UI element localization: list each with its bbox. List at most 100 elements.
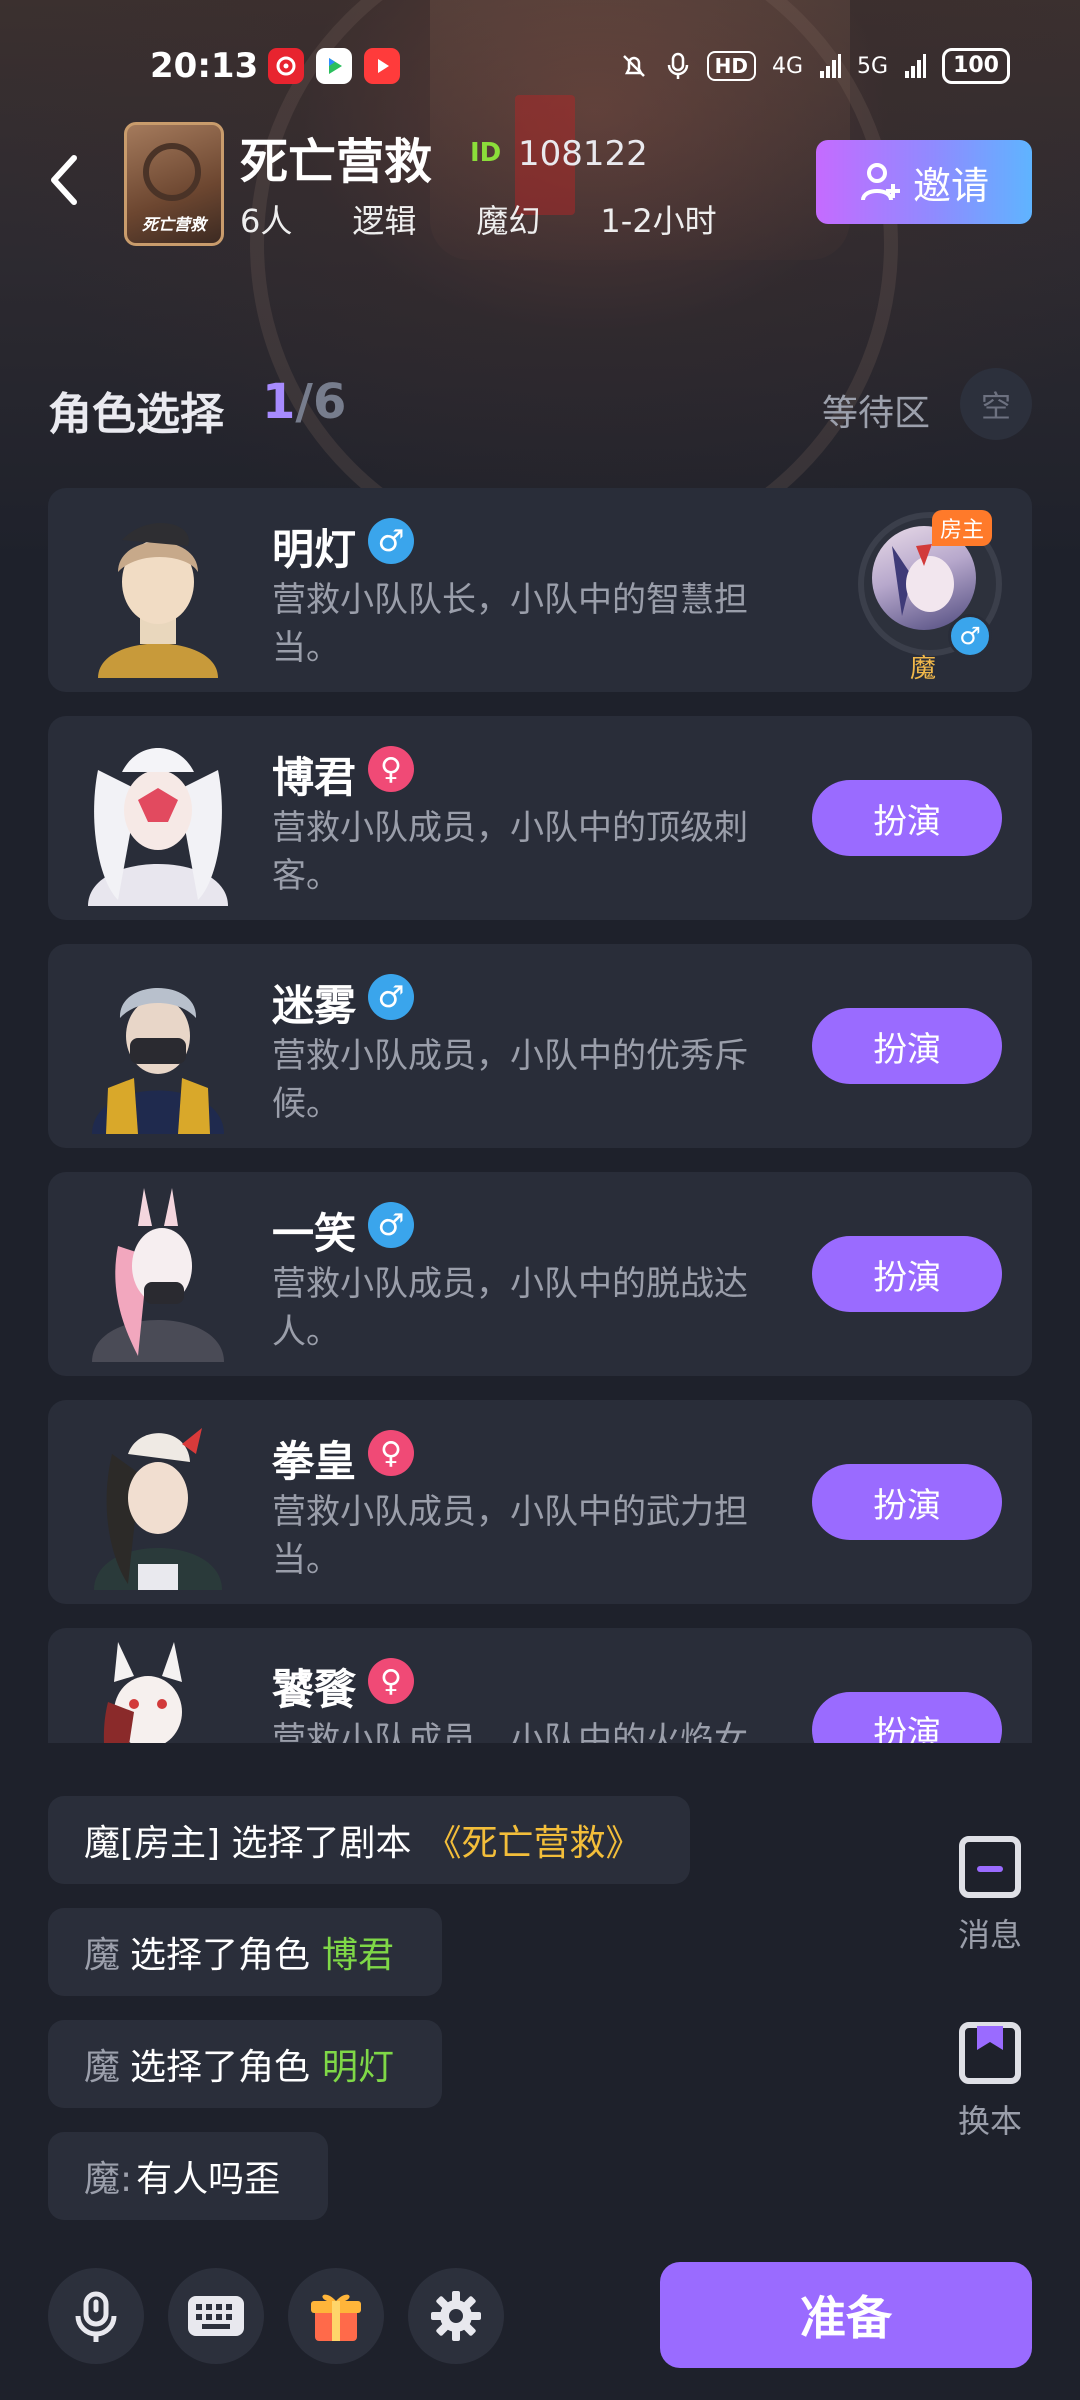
role-card-mingdeng[interactable]: 明灯 ♂ 营救小队队长，小队中的智慧担当。 房主 ♂ 魔 [48,488,1032,692]
room-id: 108122 [518,134,648,174]
message-text: 选择了角色 [130,1935,311,1976]
role-description: 营救小队成员，小队中的火焰女 [272,1720,748,1743]
tag-players: 6人 [240,202,293,240]
role-card-miwu[interactable]: 迷雾 ♂ 营救小队成员，小队中的优秀斥候。 扮演 [48,944,1032,1148]
script-title: 死亡营救 [240,134,433,190]
male-icon: ♂ [368,974,414,1020]
role-count-current: 1 [262,374,296,430]
keyboard-icon [188,2296,244,2336]
role-portrait-quanhuang [94,1428,222,1590]
video-app-icon [316,48,352,84]
chat-message: 魔 选择了角色 明灯 [48,2020,442,2108]
message-highlight: 明灯 [322,2047,395,2088]
role-portrait-bojun [88,748,228,906]
host-badge: 房主 [932,510,993,546]
role-card-quanhuang[interactable]: 拳皇 ♀ 营救小队成员，小队中的武力担当。 扮演 [48,1400,1032,1604]
play-role-button[interactable]: 扮演 [812,1236,1002,1312]
role-portrait-taotie [103,1642,182,1743]
keyboard-button[interactable] [168,2268,264,2364]
female-icon: ♀ [368,746,414,792]
role-count: 1/6 [262,374,346,430]
player-name: 魔 [909,654,936,684]
chat-message: 魔[房主] 选择了剧本 《死亡营救》 [48,1796,690,1884]
magnifier-icon [143,143,201,201]
microphone-icon [75,2291,117,2342]
role-name: 饕餮 [272,1665,357,1714]
male-icon: ♂ [368,518,414,564]
network-5g-label: 5G [857,53,889,79]
play-role-button[interactable]: 扮演 [812,1464,1002,1540]
id-badge: ID [470,138,502,168]
role-count-total: /6 [295,374,347,430]
message-sender: 魔: [84,2159,133,2200]
role-description: 营救小队成员，小队中的顶级刺客。 [272,808,748,896]
clock: 20:13 [150,46,259,86]
invite-button[interactable]: 邀请 [816,140,1032,224]
message-text: 魔[房主] 选择了剧本 [84,1823,412,1864]
script-cover-thumbnail: 死亡营救 [124,122,224,246]
battery-indicator: 100 [942,48,1010,84]
cover-title: 死亡营救 [141,215,206,234]
settings-button[interactable] [408,2268,504,2364]
system-indicators: HD 4G 5G 100 [619,48,1010,84]
message-highlight: 《死亡营救》 [425,1823,642,1864]
role-portrait-mingdeng [98,523,218,678]
role-name: 博君 [272,753,357,802]
add-user-icon [860,163,900,201]
gear-icon [431,2291,481,2341]
role-name: 一笑 [272,1209,357,1258]
male-icon: ♂ [368,1202,414,1248]
role-card-yixiao[interactable]: 一笑 ♂ 营救小队成员，小队中的脱战达人。 扮演 [48,1172,1032,1376]
switch-script-label: 换本 [957,2102,1022,2140]
female-icon: ♀ [368,1430,414,1476]
netease-music-icon [268,48,304,84]
gift-icon [311,2294,361,2341]
tag-genre-fantasy: 魔幻 [476,202,541,240]
microphone-status-icon [667,52,688,79]
message-sender: 魔 [84,1935,121,1976]
role-description: 营救小队成员，小队中的脱战达人。 [272,1264,748,1352]
waiting-area-label: 等待区 [822,393,931,434]
network-4g-label: 4G [771,53,804,79]
tag-genre-logic: 逻辑 [352,202,417,240]
chat-message: 魔: 有人吗歪 [48,2132,328,2220]
mute-bell-icon [622,55,645,77]
gift-button[interactable] [288,2268,384,2364]
switch-script-button[interactable]: 换本 [950,2022,1030,2142]
script-tags: 6人 逻辑 魔幻 1-2小时 [240,196,777,242]
role-name: 明灯 [272,525,357,574]
role-list[interactable]: 明灯 ♂ 营救小队队长，小队中的智慧担当。 房主 ♂ 魔 博君 ♀ 营救小队成员… [48,488,1032,1743]
play-role-button[interactable]: 扮演 [812,1008,1002,1084]
invite-label: 邀请 [912,163,989,208]
role-description: 营救小队成员，小队中的优秀斥候。 [272,1036,748,1124]
signal-icon-1 [820,54,842,78]
role-card-bojun[interactable]: 博君 ♀ 营救小队成员，小队中的顶级刺客。 扮演 [48,716,1032,920]
role-name: 迷雾 [272,981,357,1030]
back-button[interactable] [44,150,84,210]
chat-bubble-icon [959,1836,1021,1898]
play-app-icon [364,48,400,84]
role-card-taotie[interactable]: 饕餮 ♀ 营救小队成员，小队中的火焰女 扮演 [48,1628,1032,1743]
role-portrait-miwu [92,988,224,1134]
play-role-button[interactable]: 扮演 [812,1692,1002,1743]
role-name: 拳皇 [272,1437,357,1486]
microphone-button[interactable] [48,2268,144,2364]
waiting-slot[interactable]: 空 [960,368,1032,440]
ready-button[interactable]: 准备 [660,2262,1032,2368]
play-role-button[interactable]: 扮演 [812,780,1002,856]
role-section-title: 角色选择 [48,389,224,440]
message-highlight: 博君 [322,1935,395,1976]
female-icon: ♀ [368,1658,414,1704]
message-sender: 魔 [84,2047,121,2088]
notification-icons [268,48,400,84]
signal-icon-2 [905,54,927,78]
occupied-player-avatar[interactable]: 房主 ♂ 魔 [848,504,1002,684]
chevron-left-icon [51,155,77,205]
tag-duration: 1-2小时 [600,202,717,240]
messages-button[interactable]: 消息 [950,1836,1030,1956]
message-text: 选择了角色 [130,2047,311,2088]
role-description: 营救小队成员，小队中的武力担当。 [272,1492,748,1580]
hd-indicator: HD [706,51,756,81]
role-description: 营救小队队长，小队中的智慧担当。 [272,580,748,668]
bookmark-icon [959,2022,1021,2084]
